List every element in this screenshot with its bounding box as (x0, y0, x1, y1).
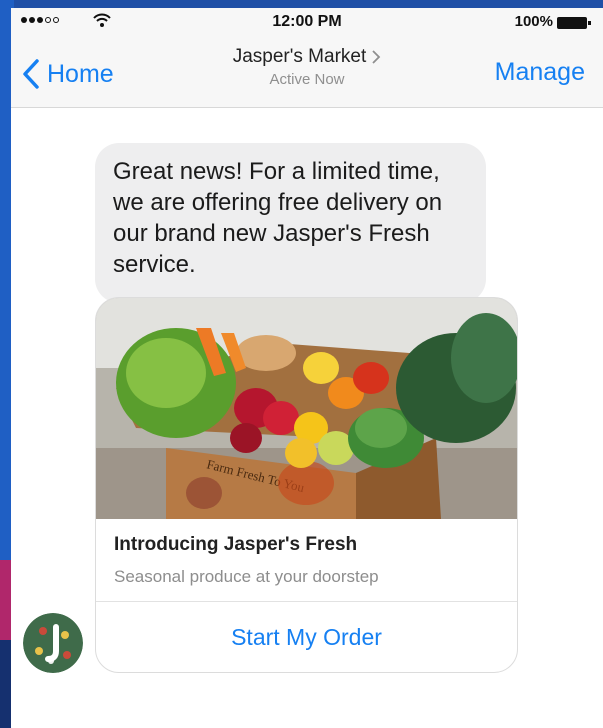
chevron-left-icon (23, 59, 39, 89)
phone-screen: 12:00 PM 100% Home Jasper's Market Activ… (11, 8, 603, 728)
conversation-header[interactable]: Jasper's Market Active Now (161, 46, 453, 88)
product-card: Farm Fresh To You Introducing Jasper's F… (95, 297, 518, 673)
card-title: Introducing Jasper's Fresh (114, 534, 358, 555)
battery-percentage: 100% (514, 13, 553, 30)
jaspers-market-avatar[interactable] (23, 613, 83, 673)
battery-full-icon (557, 17, 591, 29)
produce-box-image: Farm Fresh To You (96, 298, 517, 519)
message-bubble: Great news! For a limited time, we are o… (95, 143, 486, 303)
navigation-bar: Home Jasper's Market Active Now Manage (11, 36, 603, 108)
status-bar: 12:00 PM 100% (11, 8, 603, 36)
conversation-status: Active Now (269, 71, 345, 88)
manage-button[interactable]: Manage (495, 58, 585, 87)
back-button[interactable]: Home (23, 54, 114, 94)
message-text: Great news! For a limited time, we are o… (113, 158, 443, 278)
chevron-right-icon (372, 50, 381, 64)
card-subtitle: Seasonal produce at your doorstep (114, 567, 379, 586)
conversation-title: Jasper's Market (232, 46, 367, 67)
back-button-label: Home (47, 59, 114, 88)
start-order-button[interactable]: Start My Order (96, 602, 517, 672)
